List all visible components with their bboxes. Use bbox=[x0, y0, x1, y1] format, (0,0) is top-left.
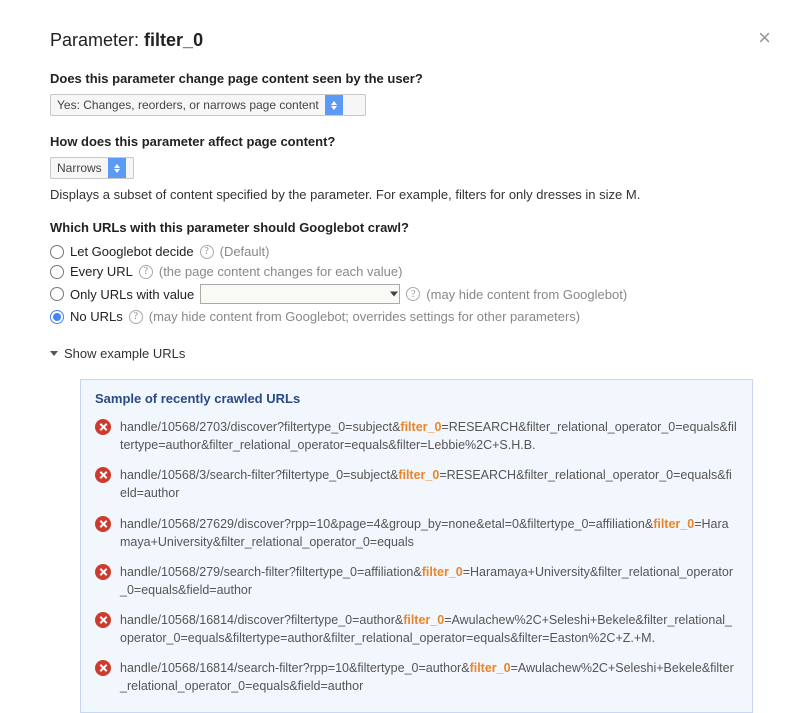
radio-icon bbox=[50, 265, 64, 279]
help-icon[interactable]: ? bbox=[129, 310, 143, 324]
error-icon bbox=[95, 660, 111, 676]
url-row: handle/10568/27629/discover?rpp=10&page=… bbox=[95, 509, 738, 557]
url-text: handle/10568/27629/discover?rpp=10&page=… bbox=[120, 515, 738, 551]
error-icon bbox=[95, 612, 111, 628]
select-affect-content-value: Narrows bbox=[57, 161, 102, 175]
url-row: handle/10568/3/search-filter?filtertype_… bbox=[95, 460, 738, 508]
sample-urls-title: Sample of recently crawled URLs bbox=[95, 391, 738, 406]
highlight-param: filter_0 bbox=[470, 661, 511, 675]
radio-icon bbox=[50, 287, 64, 301]
select-change-content-value: Yes: Changes, reorders, or narrows page … bbox=[57, 98, 319, 112]
close-icon[interactable]: × bbox=[758, 25, 771, 51]
select-change-content[interactable]: Yes: Changes, reorders, or narrows page … bbox=[50, 94, 366, 116]
url-text: handle/10568/3/search-filter?filtertype_… bbox=[120, 466, 738, 502]
title-parameter: filter_0 bbox=[144, 30, 203, 50]
radio-row[interactable]: Every URL ? (the page content changes fo… bbox=[50, 264, 753, 279]
sample-urls-box: Sample of recently crawled URLs handle/1… bbox=[80, 379, 753, 713]
radio-label: Every URL bbox=[70, 264, 133, 279]
highlight-param: filter_0 bbox=[653, 517, 694, 531]
url-text: handle/10568/2703/discover?filtertype_0=… bbox=[120, 418, 738, 454]
help-icon[interactable]: ? bbox=[406, 287, 420, 301]
question-2: How does this parameter affect page cont… bbox=[50, 134, 753, 149]
crawl-radio-group: Let Googlebot decide ? (Default) Every UR… bbox=[50, 244, 753, 324]
dropdown-arrow-icon bbox=[325, 95, 343, 115]
radio-label: Let Googlebot decide bbox=[70, 244, 194, 259]
radio-row[interactable]: No URLs ? (may hide content from Googleb… bbox=[50, 309, 753, 324]
radio-label: No URLs bbox=[70, 309, 123, 324]
radio-icon bbox=[50, 245, 64, 259]
chevron-down-icon bbox=[50, 351, 58, 356]
radio-row[interactable]: Let Googlebot decide ? (Default) bbox=[50, 244, 753, 259]
title-prefix: Parameter: bbox=[50, 30, 144, 50]
url-row: handle/10568/2703/discover?filtertype_0=… bbox=[95, 412, 738, 460]
parameter-dialog: × Parameter: filter_0 Does this paramete… bbox=[0, 0, 803, 713]
url-row: handle/10568/16814/search-filter?rpp=10&… bbox=[95, 653, 738, 701]
highlight-param: filter_0 bbox=[400, 420, 441, 434]
url-row: handle/10568/16814/discover?filtertype_0… bbox=[95, 605, 738, 653]
page-title: Parameter: filter_0 bbox=[50, 30, 753, 51]
highlight-param: filter_0 bbox=[403, 613, 444, 627]
radio-hint: (may hide content from Googlebot) bbox=[426, 287, 627, 302]
question-3: Which URLs with this parameter should Go… bbox=[50, 220, 753, 235]
radio-row[interactable]: Only URLs with value ? (may hide content… bbox=[50, 284, 753, 304]
affect-description: Displays a subset of content specified b… bbox=[50, 187, 753, 202]
url-text: handle/10568/16814/search-filter?rpp=10&… bbox=[120, 659, 738, 695]
error-icon bbox=[95, 467, 111, 483]
url-row: handle/10568/279/search-filter?filtertyp… bbox=[95, 557, 738, 605]
value-input[interactable] bbox=[200, 284, 400, 304]
toggle-example-urls[interactable]: Show example URLs bbox=[50, 346, 753, 361]
highlight-param: filter_0 bbox=[398, 468, 439, 482]
toggle-label: Show example URLs bbox=[64, 346, 185, 361]
error-icon bbox=[95, 516, 111, 532]
question-1: Does this parameter change page content … bbox=[50, 71, 753, 86]
url-text: handle/10568/16814/discover?filtertype_0… bbox=[120, 611, 738, 647]
help-icon[interactable]: ? bbox=[139, 265, 153, 279]
radio-hint: (may hide content from Googlebot; overri… bbox=[149, 309, 580, 324]
error-icon bbox=[95, 564, 111, 580]
radio-hint: (the page content changes for each value… bbox=[159, 264, 403, 279]
radio-hint: (Default) bbox=[220, 244, 270, 259]
help-icon[interactable]: ? bbox=[200, 245, 214, 259]
url-text: handle/10568/279/search-filter?filtertyp… bbox=[120, 563, 738, 599]
error-icon bbox=[95, 419, 111, 435]
radio-icon bbox=[50, 310, 64, 324]
dropdown-arrow-icon bbox=[108, 158, 126, 178]
radio-label: Only URLs with value bbox=[70, 287, 194, 302]
select-affect-content[interactable]: Narrows bbox=[50, 157, 134, 179]
highlight-param: filter_0 bbox=[422, 565, 463, 579]
